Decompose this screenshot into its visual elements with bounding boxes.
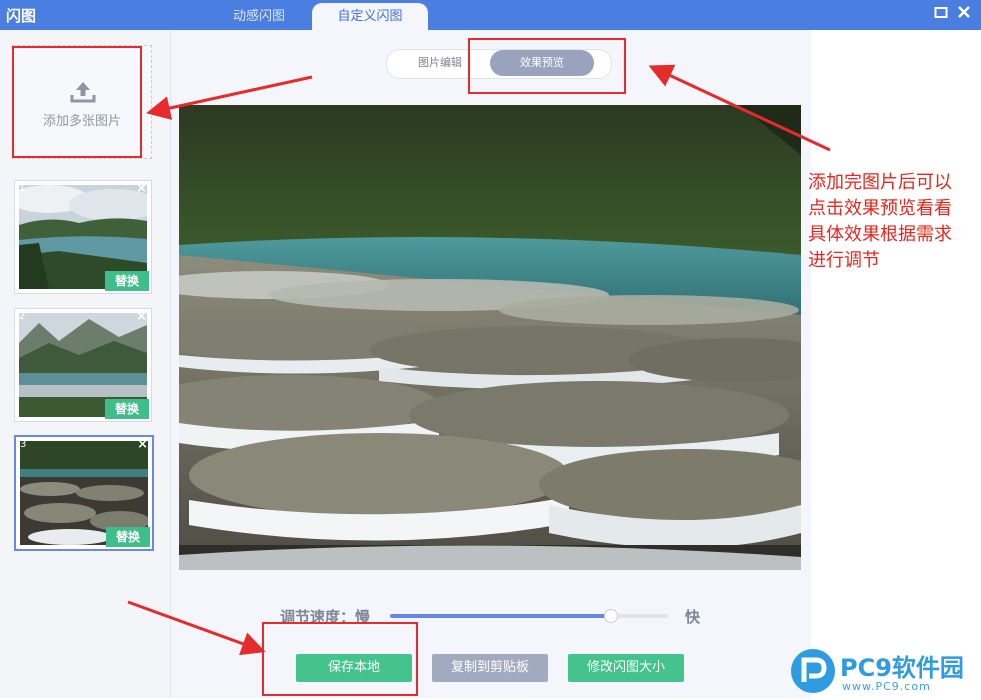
watermark-brand: PC9软件园 xyxy=(840,654,964,682)
annotation-line: 进行调节 xyxy=(808,250,880,271)
watermark-url: www.PC9.com xyxy=(842,680,931,693)
annotation-line: 点击效果预览看看 xyxy=(808,198,952,219)
annotation-line: 具体效果根据需求 xyxy=(808,224,952,245)
pc9-logo-icon xyxy=(791,649,835,693)
annotation-line: 添加完图片后可以 xyxy=(808,172,952,193)
annotation-arrows xyxy=(127,64,831,656)
annotation-text: 添加完图片后可以 点击效果预览看看 具体效果根据需求 进行调节 xyxy=(808,170,981,274)
